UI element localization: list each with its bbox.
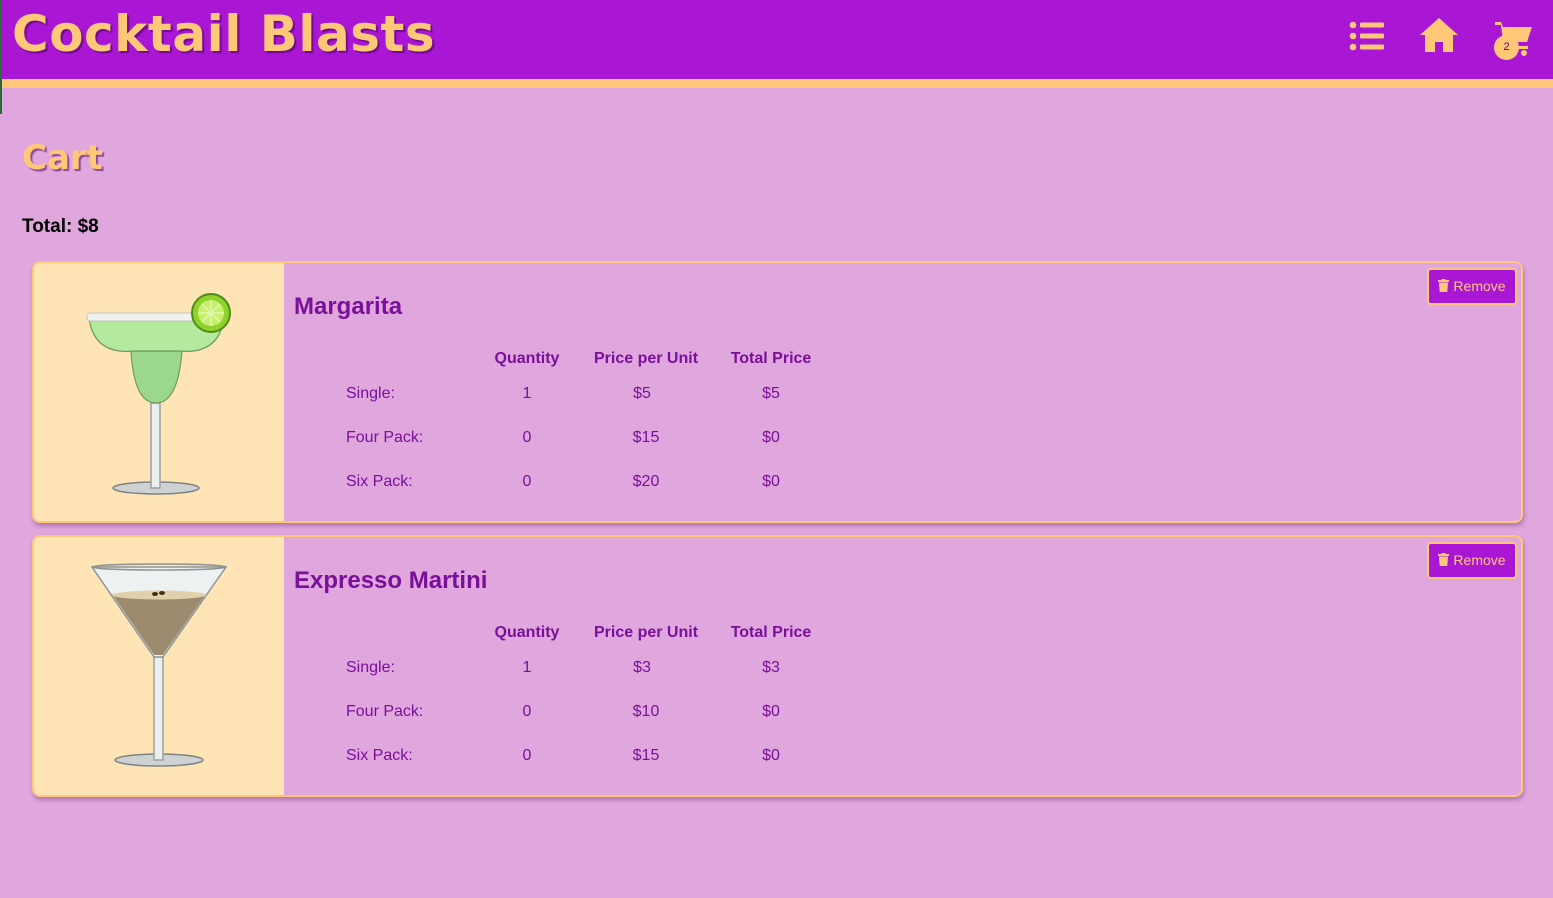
remove-button-label: Remove (1453, 552, 1506, 568)
martini-image (34, 537, 284, 795)
total-cell: $3 (762, 659, 780, 676)
column-header-price-per-unit: Price per Unit (593, 350, 699, 367)
remove-button-label: Remove (1453, 278, 1506, 294)
column-header-quantity: Quantity (494, 350, 560, 367)
cart-total: Total: $8 (22, 216, 99, 237)
row-label-four-pack: Four Pack: (346, 703, 424, 720)
top-header: Cocktail Blasts 2 (2, 0, 1553, 88)
trash-icon (1438, 279, 1450, 295)
column-header-total-price: Total Price (730, 624, 812, 641)
list-icon[interactable] (1346, 16, 1388, 58)
column-header-quantity: Quantity (494, 624, 560, 641)
quantity-cell: 1 (522, 659, 532, 676)
home-icon[interactable] (1418, 16, 1460, 58)
trash-icon (1438, 553, 1450, 569)
row-label-six-pack: Six Pack: (346, 747, 413, 764)
total-cell: $0 (762, 429, 780, 446)
price-cell: $3 (633, 659, 651, 676)
quantity-cell: 0 (522, 747, 532, 764)
column-header-total-price: Total Price (730, 350, 812, 367)
row-label-four-pack: Four Pack: (346, 429, 424, 446)
brand-title[interactable]: Cocktail Blasts (12, 5, 435, 63)
quantity-cell: 0 (522, 473, 532, 490)
total-cell: $5 (762, 385, 780, 402)
total-cell: $0 (762, 747, 780, 764)
row-label-single: Single: (346, 385, 395, 402)
price-cell: $20 (632, 473, 660, 490)
row-label-six-pack: Six Pack: (346, 473, 413, 490)
cart-item-card: Expresso Martini Remove Quantity Price p… (32, 535, 1523, 797)
price-cell: $15 (632, 747, 660, 764)
column-header-price-per-unit: Price per Unit (593, 624, 699, 641)
row-label-single: Single: (346, 659, 395, 676)
remove-button[interactable]: Remove (1427, 542, 1517, 579)
remove-button[interactable]: Remove (1427, 268, 1517, 305)
item-name: Expresso Martini (294, 567, 488, 594)
total-cell: $0 (762, 473, 780, 490)
quantity-cell: 0 (522, 703, 532, 720)
quantity-cell: 0 (522, 429, 532, 446)
price-cell: $10 (632, 703, 660, 720)
cart-item-card: Margarita Remove Quantity Price per Unit… (32, 261, 1523, 523)
cart-count-badge: 2 (1494, 35, 1519, 60)
item-name: Margarita (294, 293, 403, 320)
quantity-cell: 1 (522, 385, 532, 402)
margarita-image (34, 263, 284, 521)
page-title: Cart (22, 138, 103, 178)
price-cell: $15 (632, 429, 660, 446)
total-cell: $0 (762, 703, 780, 720)
price-cell: $5 (633, 385, 651, 402)
